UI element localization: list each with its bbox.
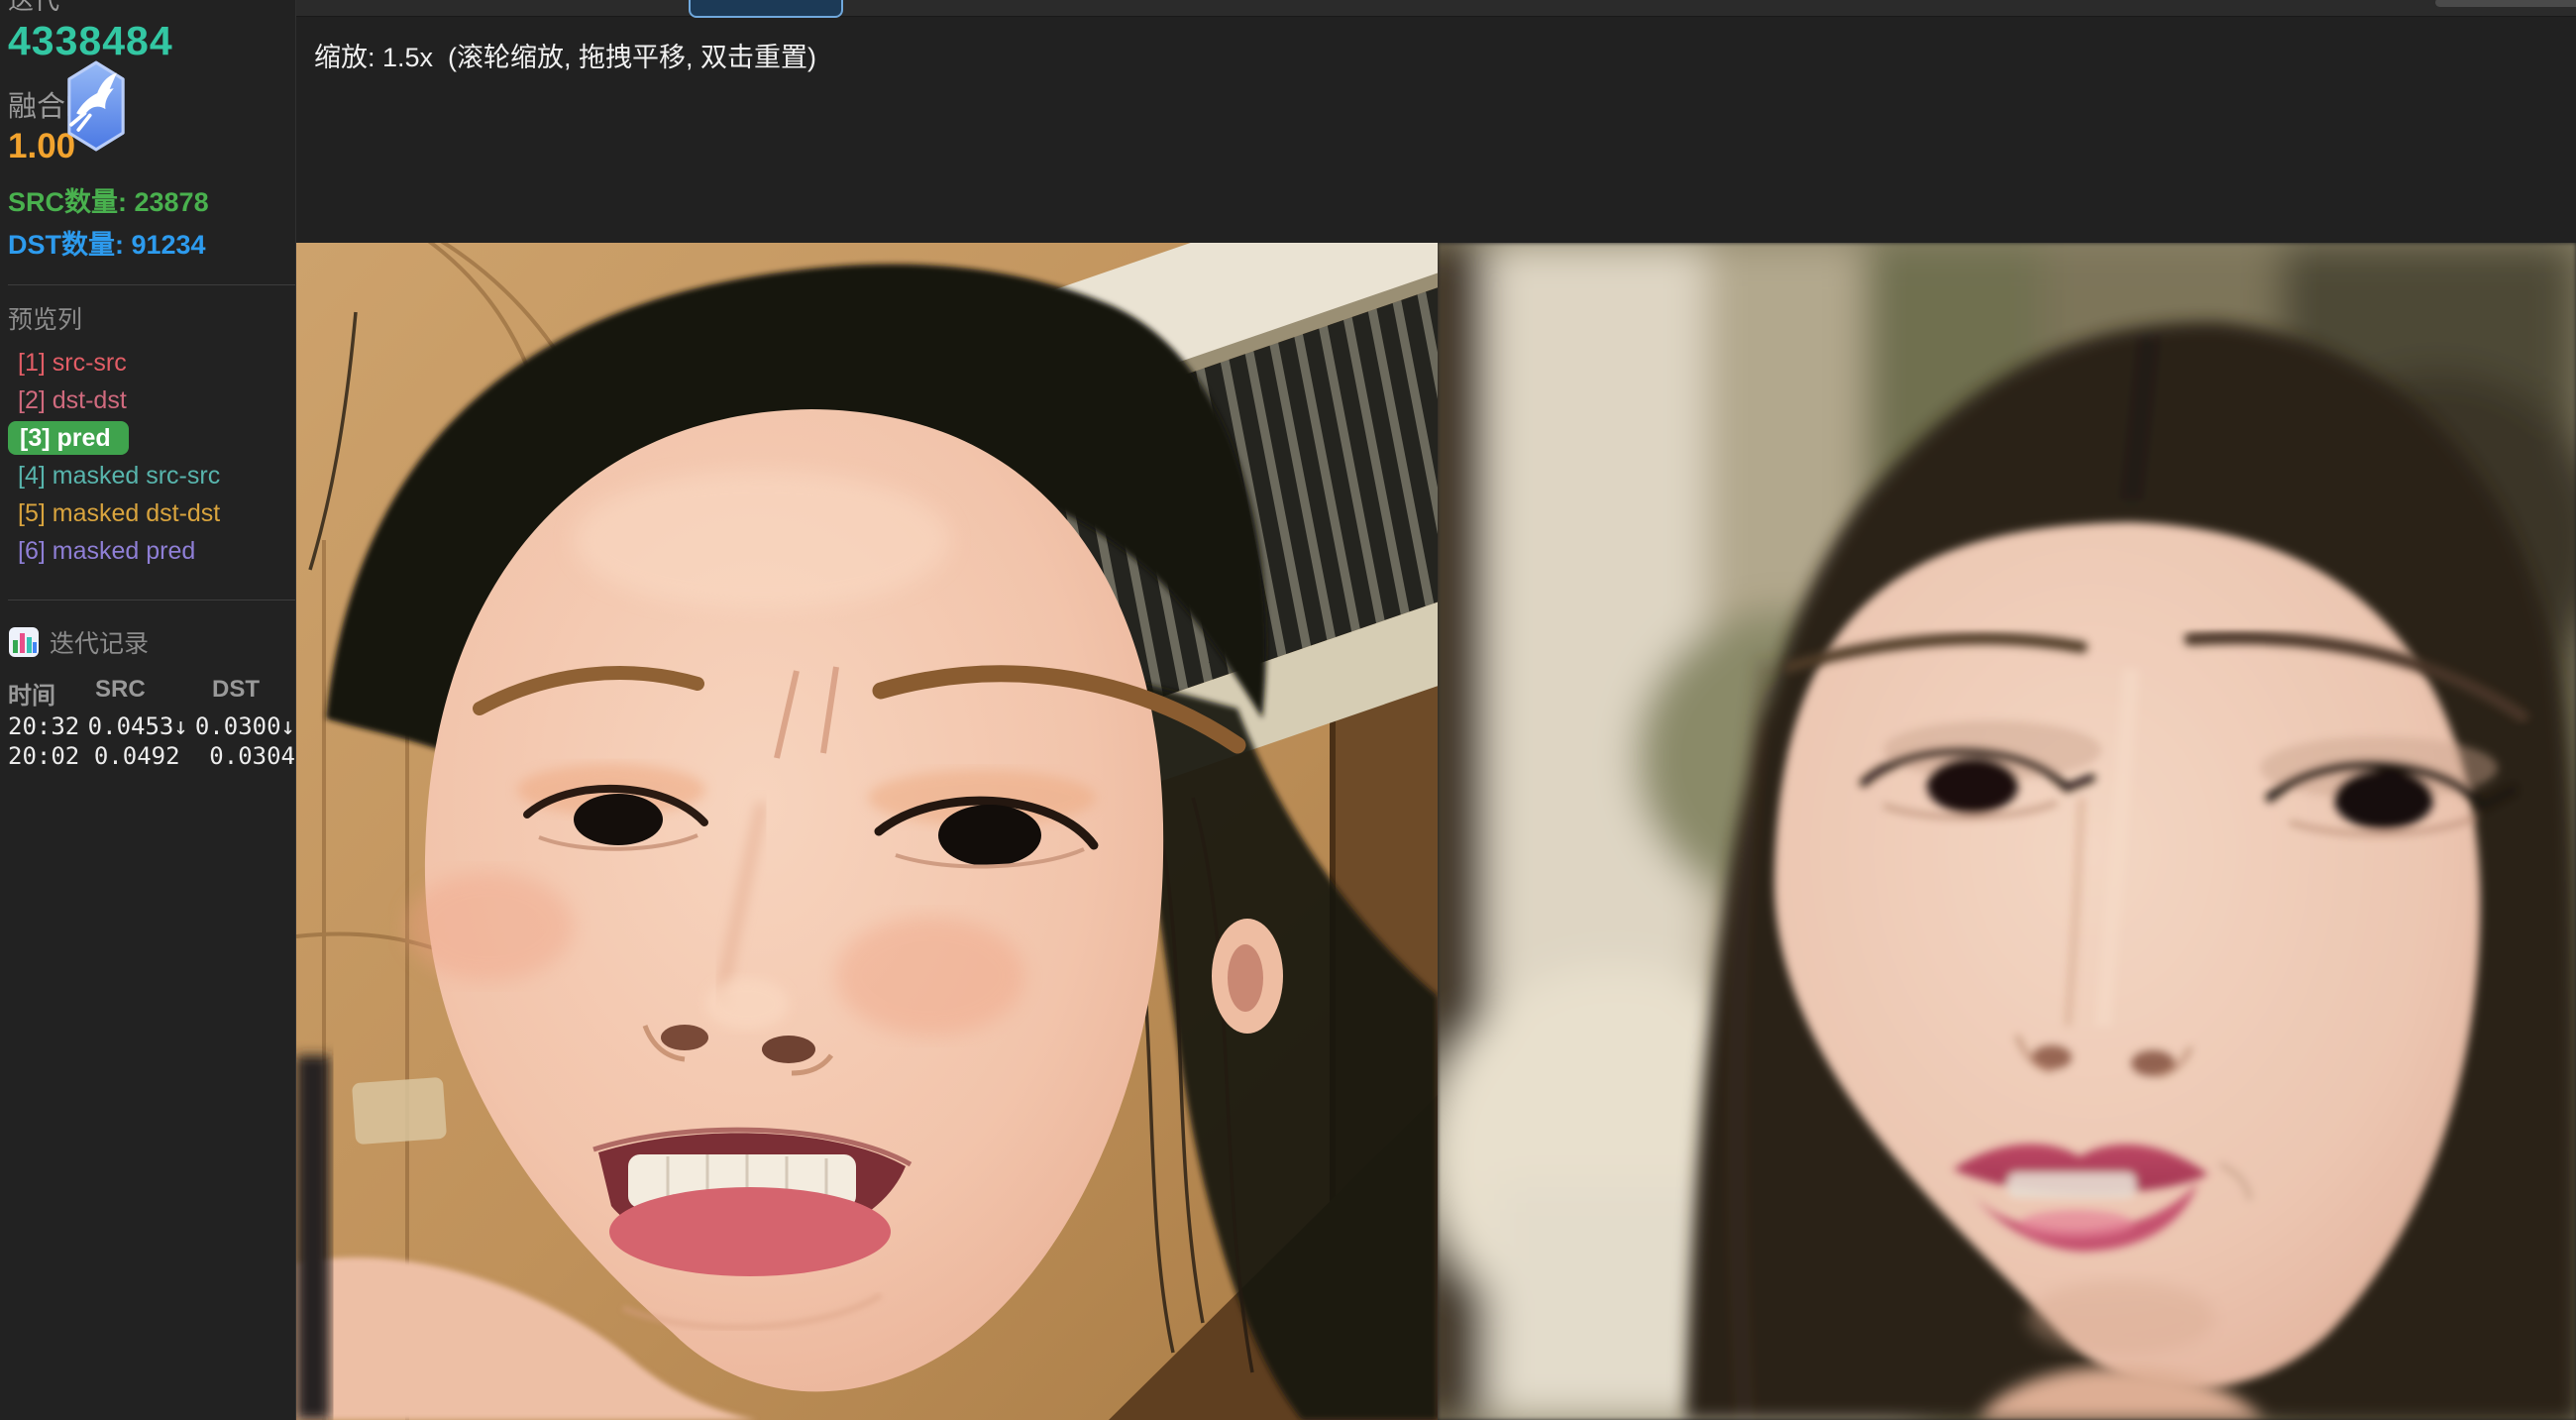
col-time-header: 时间 [8,676,95,710]
row-src-loss: 0.0492 [94,741,209,771]
table-row: 20:02 0.0492 0.0304 [8,741,295,771]
iteration-history-header: 迭代记录 [8,624,149,660]
zoom-status-label: 缩放: 1.5x (滚轮缩放, 拖拽平移, 双击重置) [314,36,816,74]
preview-item-masked-src-src[interactable]: [4] masked src-src [0,457,295,494]
preview-item-src-src[interactable]: [1] src-src [0,344,295,382]
row-src-loss: 0.0453↓ [88,711,195,741]
sidebar: 迭代 4338484 融合Mo 1.00 SRC数量: 23878 DST数量:… [0,0,296,1420]
preview-item-masked-pred[interactable]: [6] masked pred [0,532,295,570]
preview-item-pred-selected[interactable]: [3] pred [8,421,129,455]
col-dst-header: DST [212,676,291,710]
clipped-top-label: 迭代 [8,0,59,17]
trainer-window: 迭代 4338484 融合Mo 1.00 SRC数量: 23878 DST数量:… [0,0,2576,1420]
main-area: 缩放: 1.5x (滚轮缩放, 拖拽平移, 双击重置) [296,0,2576,1420]
bar-chart-icon [8,626,40,658]
top-toolbar [296,0,2576,17]
top-right-stub[interactable] [2435,0,2576,7]
row-dst-loss: 0.0304 [209,741,295,771]
bird-hexagon-badge-icon [61,59,131,153]
row-dst-loss: 0.0300↓ [195,711,295,741]
table-row: 20:32 0.0453↓ 0.0300↓ [8,711,295,741]
preview-item-masked-dst-dst[interactable]: [5] masked dst-dst [0,494,295,532]
iteration-count: 4338484 [8,18,173,64]
col-src-header: SRC [95,676,212,710]
preview-item-dst-dst[interactable]: [2] dst-dst [0,382,295,419]
divider [8,600,295,601]
iteration-history-title: 迭代记录 [50,624,149,660]
row-time: 20:02 [8,741,94,771]
divider [8,284,295,285]
preview-list: [1] src-src [2] dst-dst [3] pred [4] mas… [0,344,295,570]
active-tab-stub[interactable] [689,0,843,18]
preview-image-left[interactable] [296,243,1438,1420]
history-table-header: 时间 SRC DST [8,676,291,710]
dst-count: DST数量: 91234 [8,223,206,262]
row-time: 20:32 [8,711,88,741]
src-count: SRC数量: 23878 [8,180,209,219]
history-table-rows: 20:32 0.0453↓ 0.0300↓ 20:02 0.0492 0.030… [8,711,295,771]
preview-image-right[interactable] [1438,243,2576,1420]
preview-section-title: 预览列 [8,300,82,336]
preview-canvas[interactable] [296,243,2576,1420]
